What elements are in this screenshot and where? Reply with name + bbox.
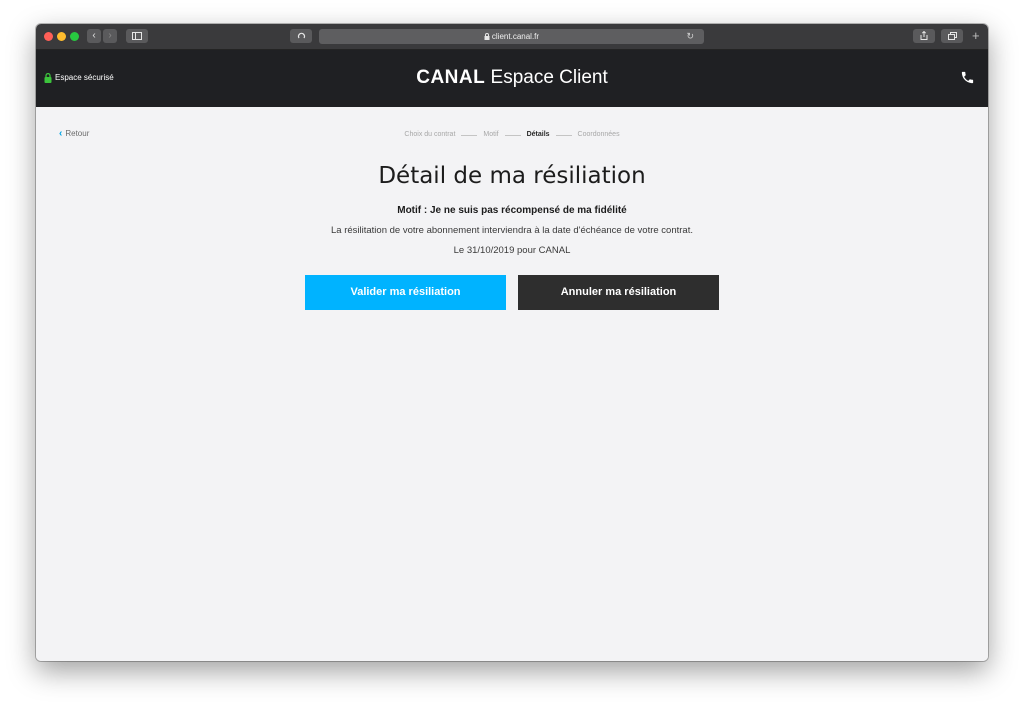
reload-icon[interactable]: ↻ — [686, 29, 694, 44]
info-text: La résilitation de votre abonnement inte… — [331, 225, 693, 236]
tabs-icon — [947, 32, 957, 40]
step-coordonnees: Coordonnées — [577, 131, 620, 138]
progress-steps: Choix du contrat Motif Détails Coordonné… — [36, 130, 988, 140]
logo-subtitle: Espace Client — [490, 67, 608, 88]
sidebar-toggle-button[interactable] — [126, 29, 148, 43]
canal-logo[interactable]: CANAL Espace Client — [36, 66, 988, 90]
site-header: Espace sécurisé CANAL Espace Client — [36, 50, 988, 107]
tabs-overview-button[interactable] — [941, 29, 963, 43]
cancel-termination-button[interactable]: Annuler ma résiliation — [518, 275, 719, 310]
share-icon — [920, 30, 928, 40]
lock-icon — [484, 33, 490, 40]
logo-brand: CANAL — [416, 67, 486, 88]
minimize-window-button[interactable] — [57, 32, 66, 41]
step-choix-du-contrat: Choix du contrat — [404, 131, 456, 138]
url-text: client.canal.fr — [491, 32, 540, 41]
step-separator — [555, 134, 572, 136]
browser-forward-button[interactable]: › — [103, 29, 117, 43]
browser-back-button[interactable]: ‹ — [87, 29, 101, 43]
page-title: Détail de ma résiliation — [378, 163, 646, 189]
date-text: Le 31/10/2019 pour CANAL — [453, 245, 571, 256]
step-details: Détails — [526, 131, 550, 138]
validate-termination-button[interactable]: Valider ma résiliation — [305, 275, 506, 310]
zoom-window-button[interactable] — [70, 32, 79, 41]
share-button[interactable] — [913, 29, 935, 43]
step-separator — [461, 134, 478, 136]
motif-text: Motif : Je ne suis pas récompensé de ma … — [397, 205, 627, 216]
browser-window: ‹ › client.canal.fr ↻ + Espace sécurisé … — [36, 24, 988, 661]
browser-toolbar: ‹ › client.canal.fr ↻ + — [36, 24, 988, 50]
step-separator — [504, 134, 521, 136]
phone-icon[interactable] — [960, 70, 975, 90]
close-window-button[interactable] — [44, 32, 53, 41]
sidebar-icon — [132, 32, 142, 40]
main-content: ‹ Retour Choix du contrat Motif Détails … — [36, 107, 988, 661]
extension-icon — [297, 32, 305, 39]
extension-button[interactable] — [290, 29, 312, 43]
address-bar[interactable]: client.canal.fr ↻ — [319, 29, 704, 44]
new-tab-button[interactable]: + — [972, 29, 980, 43]
step-motif: Motif — [483, 131, 499, 138]
